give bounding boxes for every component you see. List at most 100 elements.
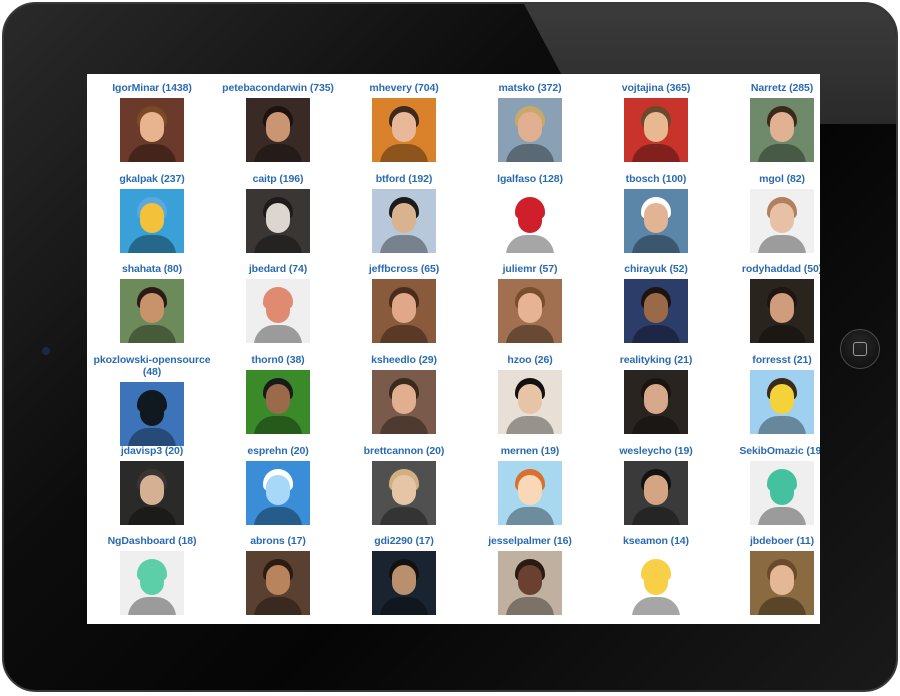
contributor-link[interactable]: realityking (21): [593, 354, 719, 366]
avatar-shoulders: [506, 597, 554, 616]
avatar-face: [392, 202, 416, 233]
contributor-avatar[interactable]: [624, 370, 688, 435]
contributor-link[interactable]: abrons (17): [215, 535, 341, 547]
contributor-link[interactable]: kseamon (14): [593, 535, 719, 547]
avatar-shoulders: [128, 597, 176, 616]
avatar-shoulders: [254, 144, 302, 162]
contributor-avatar[interactable]: [372, 279, 436, 344]
contributor-link[interactable]: jbdeboer (11): [719, 535, 820, 547]
contributor-link[interactable]: esprehn (20): [215, 445, 341, 457]
contributor-avatar[interactable]: [624, 98, 688, 162]
avatar-face: [140, 396, 164, 427]
contributor-link[interactable]: Narretz (285): [719, 82, 820, 94]
contributor-avatar[interactable]: [750, 551, 814, 616]
contributor-link[interactable]: caitp (196): [215, 173, 341, 185]
contributor-card: forresst (21): [719, 354, 820, 445]
contributor-card: mernen (19): [467, 445, 593, 536]
contributor-link[interactable]: SekibOmazic (19): [719, 445, 820, 457]
contributor-link[interactable]: pkozlowski-opensource (48): [89, 354, 215, 378]
home-button[interactable]: [840, 329, 880, 369]
contributor-link[interactable]: brettcannon (20): [341, 445, 467, 457]
camera-dot-icon: [42, 347, 50, 355]
contributor-avatar[interactable]: [498, 279, 562, 344]
contributor-avatar[interactable]: [372, 551, 436, 616]
contributor-avatar[interactable]: [498, 98, 562, 162]
contributor-link[interactable]: vojtajina (365): [593, 82, 719, 94]
contributor-avatar[interactable]: [372, 188, 436, 253]
contributor-link[interactable]: NgDashboard (18): [89, 535, 215, 547]
contributor-avatar[interactable]: [120, 279, 184, 344]
avatar-face: [770, 384, 794, 415]
contributor-avatar[interactable]: [120, 98, 184, 162]
contributor-avatar[interactable]: [750, 370, 814, 435]
contributor-avatar[interactable]: [372, 98, 436, 162]
contributor-avatar[interactable]: [750, 279, 814, 344]
contributor-avatar[interactable]: [498, 460, 562, 525]
contributor-link[interactable]: gdi2290 (17): [341, 535, 467, 547]
contributor-avatar[interactable]: [120, 382, 184, 447]
contributor-link[interactable]: shahata (80): [89, 263, 215, 275]
contributor-link[interactable]: ksheedlo (29): [341, 354, 467, 366]
contributor-avatar[interactable]: [498, 551, 562, 616]
contributor-link[interactable]: thorn0 (38): [215, 354, 341, 366]
avatar-face: [266, 112, 290, 142]
contributor-avatar[interactable]: [498, 188, 562, 253]
contributor-avatar[interactable]: [120, 188, 184, 253]
contributor-link[interactable]: petebacondarwin (735): [215, 82, 341, 94]
avatar-shoulders: [128, 506, 176, 525]
contributor-avatar[interactable]: [624, 188, 688, 253]
avatar-face: [392, 112, 416, 142]
avatar-shoulders: [758, 506, 806, 525]
contributor-link[interactable]: jesselpalmer (16): [467, 535, 593, 547]
contributor-avatar[interactable]: [750, 460, 814, 525]
contributor-link[interactable]: mernen (19): [467, 445, 593, 457]
avatar-face: [644, 112, 668, 142]
contributor-avatar[interactable]: [246, 98, 310, 162]
contributor-link[interactable]: jeffbcross (65): [341, 263, 467, 275]
contributor-avatar[interactable]: [246, 279, 310, 344]
contributor-avatar[interactable]: [246, 188, 310, 253]
avatar-shoulders: [254, 506, 302, 525]
contributor-avatar[interactable]: [750, 188, 814, 253]
contributor-link[interactable]: mhevery (704): [341, 82, 467, 94]
contributor-link[interactable]: tbosch (100): [593, 173, 719, 185]
avatar-shoulders: [506, 416, 554, 435]
contributor-avatar[interactable]: [372, 370, 436, 435]
contributor-link[interactable]: mgol (82): [719, 173, 820, 185]
tablet-frame: IgorMinar (1438) petebacondarwin (735) mhe…: [2, 2, 898, 692]
contributor-avatar[interactable]: [246, 460, 310, 525]
contributor-link[interactable]: chirayuk (52): [593, 263, 719, 275]
avatar-shoulders: [632, 416, 680, 435]
avatar-shoulders: [254, 234, 302, 253]
contributor-avatar[interactable]: [120, 460, 184, 525]
contributor-card: thorn0 (38): [215, 354, 341, 445]
contributor-avatar[interactable]: [246, 551, 310, 616]
contributor-link[interactable]: lgalfaso (128): [467, 173, 593, 185]
contributor-avatar[interactable]: [750, 98, 814, 162]
contributor-card: btford (192): [341, 173, 467, 264]
contributor-link[interactable]: gkalpak (237): [89, 173, 215, 185]
contributor-link[interactable]: matsko (372): [467, 82, 593, 94]
contributor-link[interactable]: jbedard (74): [215, 263, 341, 275]
contributor-link[interactable]: IgorMinar (1438): [89, 82, 215, 94]
contributor-avatar[interactable]: [498, 370, 562, 435]
contributor-link[interactable]: btford (192): [341, 173, 467, 185]
screen: IgorMinar (1438) petebacondarwin (735) mhe…: [87, 74, 820, 624]
contributor-link[interactable]: wesleycho (19): [593, 445, 719, 457]
contributor-avatar[interactable]: [246, 370, 310, 435]
contributor-avatar[interactable]: [624, 460, 688, 525]
contributor-link[interactable]: forresst (21): [719, 354, 820, 366]
contributor-avatar[interactable]: [372, 460, 436, 525]
avatar-shoulders: [506, 144, 554, 162]
contributor-avatar[interactable]: [624, 551, 688, 616]
contributor-link[interactable]: rodyhaddad (50): [719, 263, 820, 275]
contributor-link[interactable]: hzoo (26): [467, 354, 593, 366]
contributor-card: mhevery (704): [341, 82, 467, 173]
avatar-shoulders: [254, 325, 302, 344]
contributor-link[interactable]: juliemr (57): [467, 263, 593, 275]
home-square-icon: [853, 342, 867, 356]
contributor-link[interactable]: jdavisp3 (20): [89, 445, 215, 457]
contributor-avatar[interactable]: [624, 279, 688, 344]
contributor-avatar[interactable]: [120, 551, 184, 616]
avatar-shoulders: [632, 144, 680, 162]
